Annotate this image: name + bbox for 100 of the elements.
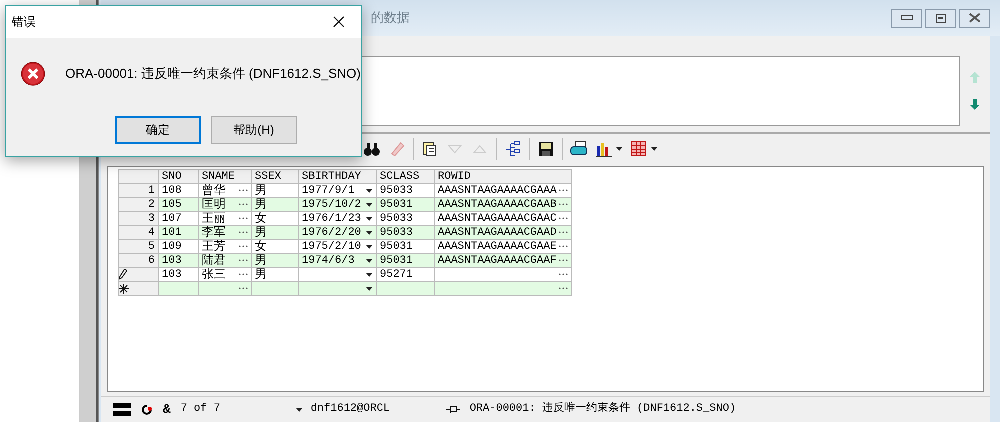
error-message: ORA-00001: 违反唯一约束条件 (DNF1612.S_SNO): [66, 65, 361, 84]
dialog-title: 错误: [12, 14, 37, 31]
pin-icon: [446, 405, 460, 414]
row-header[interactable]: 4: [118, 226, 158, 240]
ellipsis-icon[interactable]: [239, 231, 248, 234]
row-number: 6: [148, 254, 155, 266]
dialog-button[interactable]: 确定: [115, 116, 201, 144]
record-count: 7 of 7: [180, 402, 222, 418]
ellipsis-icon[interactable]: [558, 273, 568, 276]
save-icon[interactable]: [537, 140, 555, 158]
caret-icon[interactable]: [366, 244, 373, 248]
table-cell: 男: [255, 268, 267, 280]
caret-icon[interactable]: [651, 147, 658, 151]
row-header[interactable]: 6: [118, 254, 158, 268]
row-header[interactable]: 3: [118, 212, 158, 226]
table-cell: 1974/6/3: [302, 254, 355, 266]
table-cell: 王丽: [202, 212, 226, 224]
ellipsis-icon[interactable]: [558, 203, 568, 206]
row-number: 1: [148, 184, 155, 196]
table-cell: AAASNTAAGAAAACGAAD: [438, 226, 557, 238]
ellipsis-icon[interactable]: [558, 259, 568, 262]
close-button[interactable]: [959, 8, 990, 28]
table-cell: AAASNTAAGAAAACGAAE: [438, 240, 557, 252]
table-cell: AAASNTAAGAAAACGAAC: [438, 212, 557, 224]
table-cell: 男: [255, 198, 267, 210]
ellipsis-icon[interactable]: [239, 189, 248, 192]
caret-icon[interactable]: [366, 258, 373, 262]
table-cell: 陆君: [202, 254, 226, 266]
grid-icon[interactable]: [630, 140, 648, 158]
ellipsis-icon[interactable]: [558, 287, 568, 290]
ellipsis-icon[interactable]: [558, 231, 568, 234]
row-header[interactable]: [118, 268, 158, 282]
table-cell: 男: [255, 184, 267, 196]
row-header[interactable]: [118, 282, 158, 296]
maximize-icon: [936, 14, 946, 22]
tree-icon[interactable]: [504, 140, 522, 158]
table-cell: 103: [162, 254, 182, 266]
status-symbol: &: [163, 400, 171, 419]
column-header[interactable]: SCLASS: [376, 170, 434, 184]
ellipsis-icon[interactable]: [558, 189, 568, 192]
documents-icon[interactable]: [421, 140, 439, 158]
window-title: 的数据: [371, 9, 410, 28]
ellipsis-icon[interactable]: [239, 273, 248, 276]
column-header[interactable]: SNO: [158, 170, 198, 184]
minimize-icon: [900, 15, 912, 21]
table-cell: 1976/1/23: [302, 212, 362, 224]
column-header[interactable]: SBIRTHDAY: [298, 170, 376, 184]
row-number: 4: [148, 226, 155, 238]
caret-icon[interactable]: [296, 408, 303, 412]
table-cell: 1975/2/10: [302, 240, 362, 252]
caret-icon[interactable]: [616, 147, 623, 151]
bar-chart-icon[interactable]: [595, 140, 613, 158]
row-number: 2: [148, 198, 155, 210]
ellipsis-icon[interactable]: [239, 203, 248, 206]
caret-icon[interactable]: [366, 188, 373, 192]
binoculars-icon[interactable]: [363, 140, 381, 158]
dialog-button[interactable]: 帮助(H): [211, 116, 297, 144]
ellipsis-icon[interactable]: [239, 287, 248, 290]
ellipsis-icon[interactable]: [558, 217, 568, 220]
printer-icon[interactable]: [570, 140, 588, 158]
column-header[interactable]: SSEX: [252, 170, 298, 184]
table-cell: 1975/10/2: [302, 198, 362, 210]
caret-icon[interactable]: [366, 230, 373, 234]
down-arrow-icon[interactable]: [970, 99, 980, 110]
table-cell: 1977/9/1: [302, 184, 355, 196]
ellipsis-icon[interactable]: [239, 217, 248, 220]
column-header[interactable]: SNAME: [198, 170, 252, 184]
table-cell: 男: [255, 254, 267, 266]
bars-icon: [113, 402, 131, 418]
row-header[interactable]: 1: [118, 184, 158, 198]
row-header[interactable]: 5: [118, 240, 158, 254]
table-cell: AAASNTAAGAAAACGAAB: [438, 198, 557, 210]
table-cell: 107: [162, 212, 182, 224]
table-cell: 男: [255, 226, 267, 238]
table-cell: 95031: [380, 198, 414, 210]
table-cell: 女: [255, 240, 267, 252]
table-cell: 95033: [380, 184, 414, 196]
status-message: ORA-00001: 违反唯一约束条件 (DNF1612.S_SNO): [470, 401, 736, 418]
table-cell: 95031: [380, 254, 414, 266]
close-icon: [968, 13, 980, 23]
table-cell: 109: [162, 240, 182, 252]
corner-cell: [118, 170, 158, 184]
column-header[interactable]: ROWID: [434, 170, 572, 184]
caret-icon[interactable]: [366, 216, 373, 220]
ellipsis-icon[interactable]: [239, 245, 248, 248]
caret-icon[interactable]: [366, 202, 373, 206]
table-cell: AAASNTAAGAAAACGAAA: [438, 184, 557, 196]
table-cell: 95271: [380, 268, 414, 280]
table-cell: 95033: [380, 212, 414, 224]
connection-label: dnf1612@ORCL: [310, 402, 390, 418]
ellipsis-icon[interactable]: [558, 245, 568, 248]
maximize-button[interactable]: [925, 8, 956, 28]
caret-icon[interactable]: [366, 272, 373, 276]
minimize-button[interactable]: [891, 8, 922, 28]
table-cell: 张三: [202, 268, 226, 280]
refresh-icon[interactable]: [141, 404, 153, 416]
table-cell: 女: [255, 212, 267, 224]
row-header[interactable]: 2: [118, 198, 158, 212]
ellipsis-icon[interactable]: [239, 259, 248, 262]
caret-icon[interactable]: [366, 286, 373, 290]
